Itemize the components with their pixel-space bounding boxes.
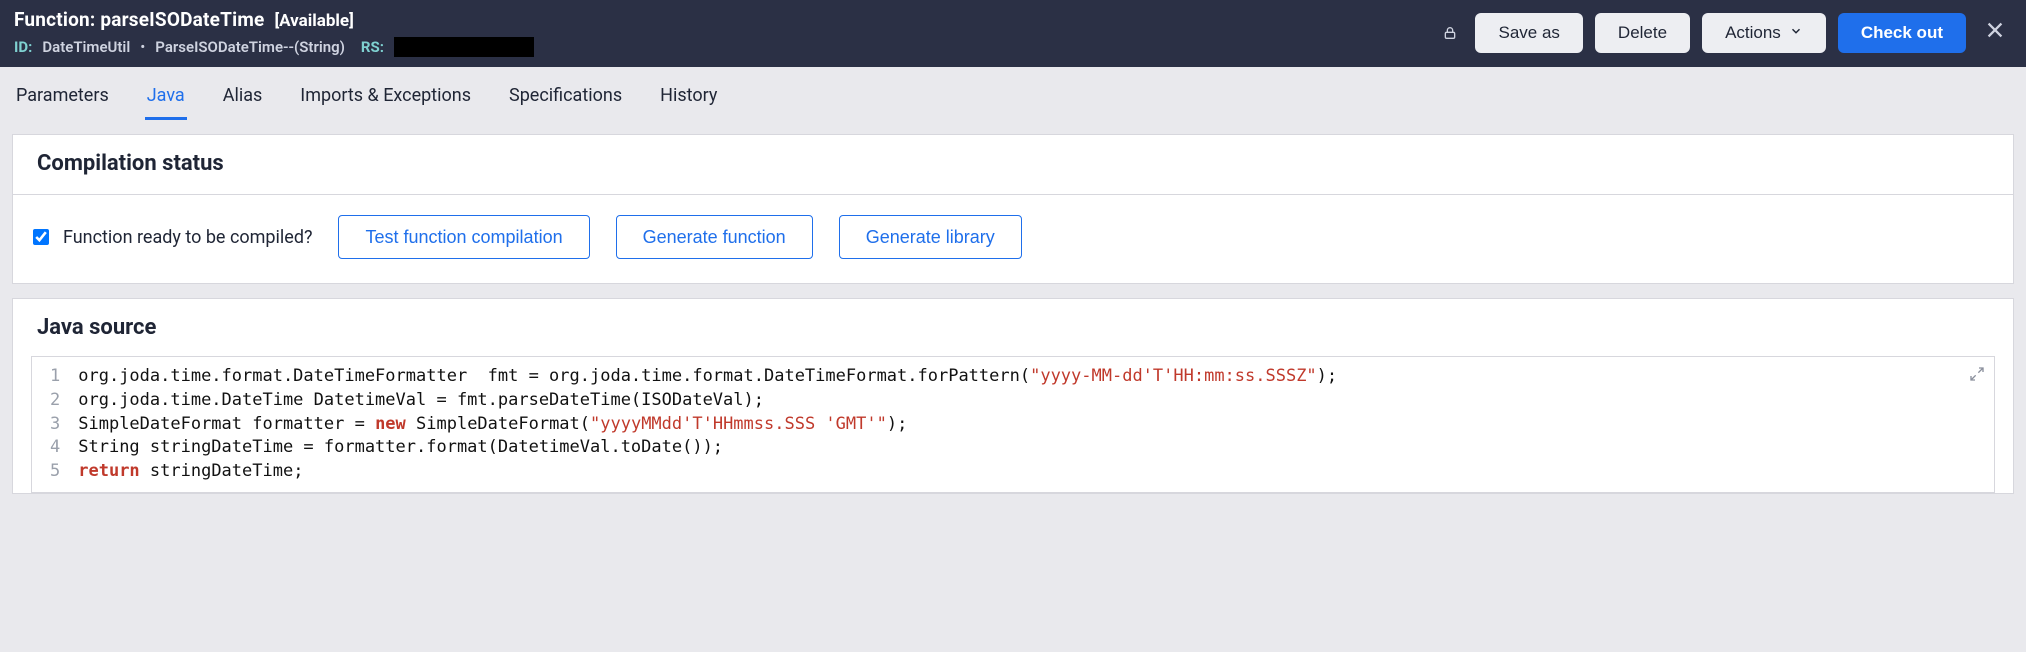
header-left: Function: parseISODateTime [Available] I… [14,8,534,57]
generate-function-button[interactable]: Generate function [616,215,813,259]
delete-button[interactable]: Delete [1595,13,1690,53]
header-actions: Save as Delete Actions Check out [1441,13,2012,53]
ready-checkbox-row[interactable]: Function ready to be compiled? [33,227,312,248]
function-name: parseISODateTime [100,8,264,31]
tab-java[interactable]: Java [145,79,187,120]
line-number: 2 [46,389,64,413]
compilation-title: Compilation status [13,135,2013,194]
tab-specifications[interactable]: Specifications [507,79,624,120]
id-row: ID: DateTimeUtil • ParseISODateTime--(St… [14,37,534,57]
save-as-button[interactable]: Save as [1475,13,1582,53]
check-out-button[interactable]: Check out [1838,13,1966,53]
code-line[interactable]: return stringDateTime; [78,460,1984,484]
code-lines[interactable]: org.joda.time.format.DateTimeFormatter f… [72,357,1994,492]
line-number: 5 [46,460,64,484]
lock-icon [1441,23,1459,43]
rs-value-redacted [394,37,534,57]
chevron-down-icon [1789,23,1803,43]
tab-parameters[interactable]: Parameters [14,79,111,120]
java-source-title: Java source [13,299,2013,350]
generate-library-button[interactable]: Generate library [839,215,1022,259]
java-source-panel: Java source 12345 org.joda.time.format.D… [12,298,2014,494]
page-header: Function: parseISODateTime [Available] I… [0,0,2026,67]
actions-label: Actions [1725,23,1781,43]
actions-dropdown-button[interactable]: Actions [1702,13,1826,53]
compilation-panel: Compilation status Function ready to be … [12,134,2014,284]
id-class: DateTimeUtil [42,38,130,56]
availability-badge: [Available] [274,11,353,31]
code-line[interactable]: SimpleDateFormat formatter = new SimpleD… [78,413,1984,437]
close-icon[interactable] [1978,18,2012,48]
test-compilation-button[interactable]: Test function compilation [338,215,589,259]
line-number: 4 [46,436,64,460]
id-separator: • [140,38,145,56]
tab-alias[interactable]: Alias [221,79,265,120]
code-area: 12345 org.joda.time.format.DateTimeForma… [32,357,1994,492]
ready-checkbox[interactable] [33,229,49,245]
id-signature: ParseISODateTime--(String) [155,38,345,56]
line-number: 3 [46,413,64,437]
code-line[interactable]: org.joda.time.format.DateTimeFormatter f… [78,365,1984,389]
expand-icon[interactable] [1966,363,1988,385]
line-number: 1 [46,365,64,389]
function-label: Function: parseISODateTime [14,8,264,31]
tab-imports-exceptions[interactable]: Imports & Exceptions [298,79,473,120]
title-row: Function: parseISODateTime [Available] [14,8,534,31]
tab-bar: Parameters Java Alias Imports & Exceptio… [0,67,2026,120]
id-label: ID: [14,38,32,56]
line-gutter: 12345 [32,357,72,492]
compilation-body: Function ready to be compiled? Test func… [13,194,2013,283]
code-line[interactable]: String stringDateTime = formatter.format… [78,436,1984,460]
ready-label: Function ready to be compiled? [63,227,312,248]
tab-history[interactable]: History [658,79,719,120]
code-line[interactable]: org.joda.time.DateTime DatetimeVal = fmt… [78,389,1984,413]
rs-label: RS: [361,38,384,56]
code-editor[interactable]: 12345 org.joda.time.format.DateTimeForma… [31,356,1995,493]
